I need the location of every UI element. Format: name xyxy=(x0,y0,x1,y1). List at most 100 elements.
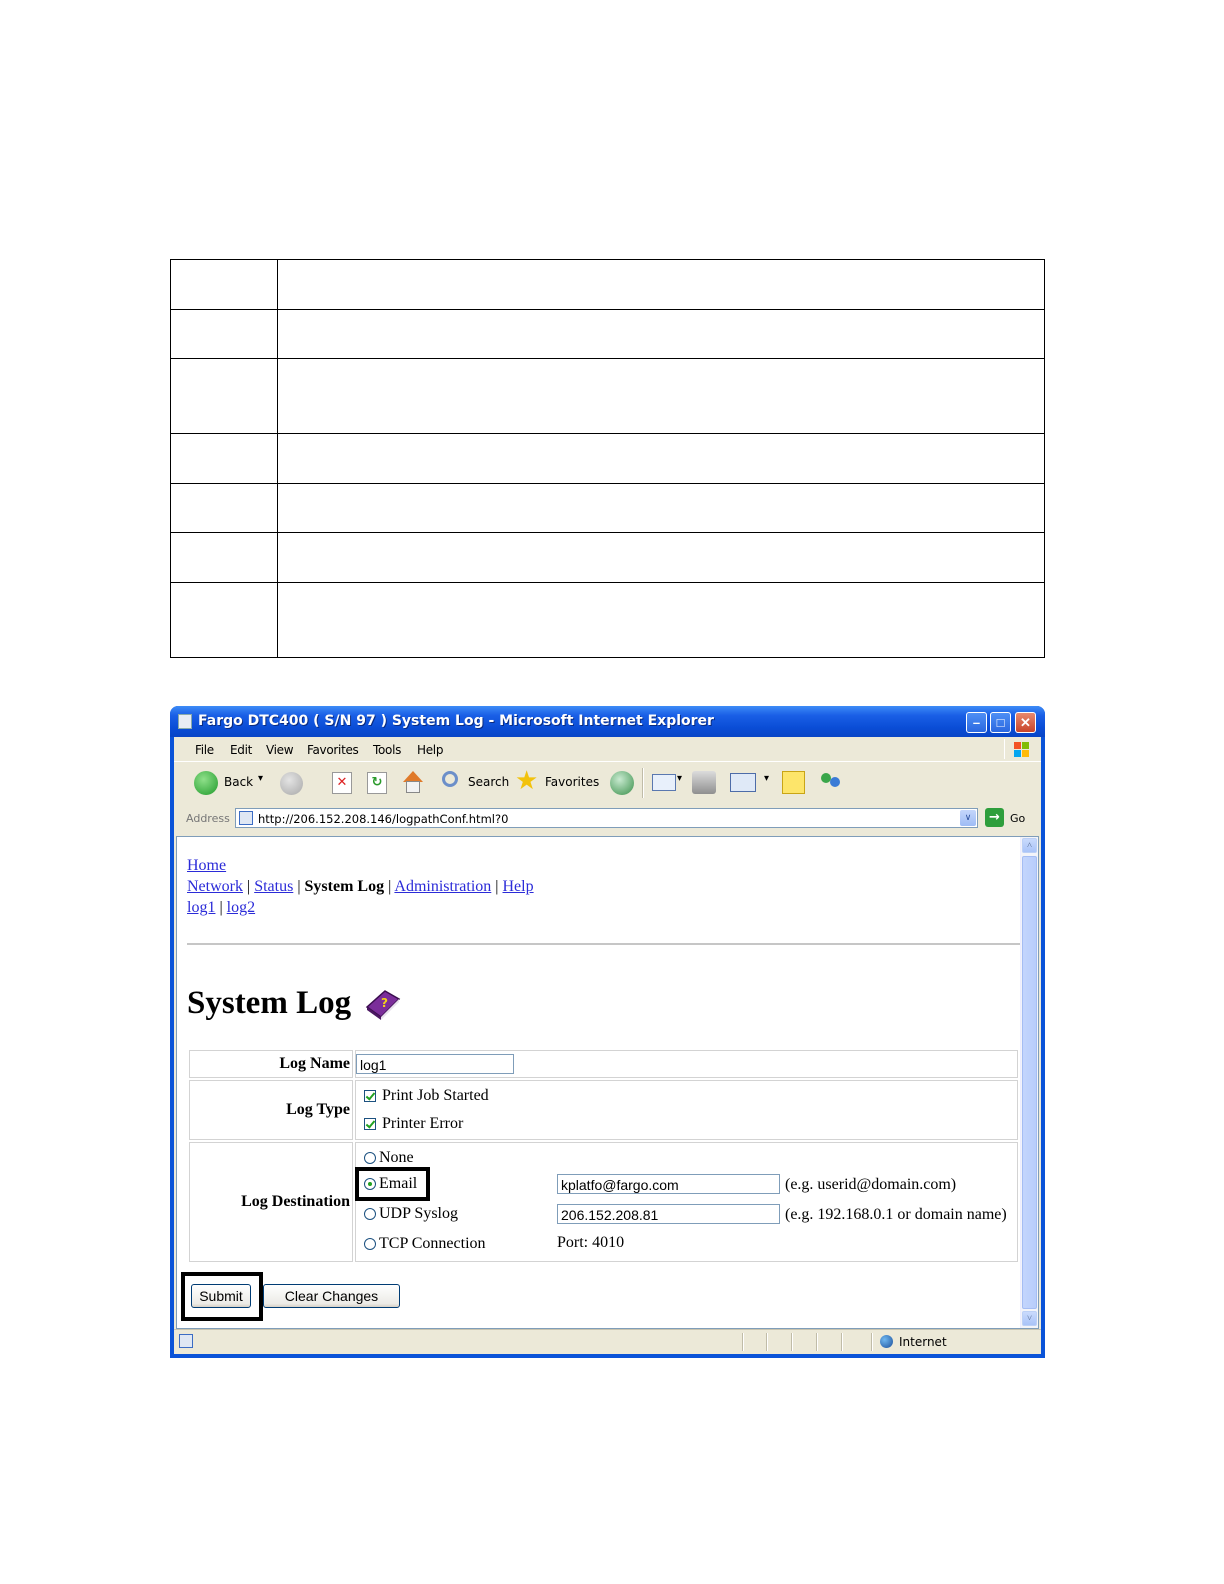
log-type-row: Log Type Print Job Started Printer Error xyxy=(189,1080,1018,1140)
nav-network-link[interactable]: Network xyxy=(187,878,243,895)
table-cell xyxy=(170,433,278,484)
log-name-cell: log1 xyxy=(355,1050,1018,1078)
status-divider xyxy=(841,1333,843,1351)
email-address-input[interactable]: kplatfo@fargo.com xyxy=(557,1174,780,1194)
table-cell xyxy=(277,309,1045,359)
log-type-label: Log Type xyxy=(189,1080,353,1140)
home-icon[interactable] xyxy=(400,771,426,795)
none-label: None xyxy=(379,1149,414,1166)
nav-home-link[interactable]: Home xyxy=(187,857,226,874)
page-viewport: Home Network | Status | System Log | Adm… xyxy=(176,836,1039,1329)
search-icon[interactable] xyxy=(442,771,458,787)
table-cell xyxy=(170,532,278,583)
toolbar-divider xyxy=(642,768,644,798)
address-url[interactable]: http://206.152.208.146/logpathConf.html?… xyxy=(258,812,508,826)
tcp-connection-radio[interactable] xyxy=(364,1238,376,1251)
tcp-connection-label: TCP Connection xyxy=(379,1235,486,1252)
udp-syslog-radio[interactable] xyxy=(364,1208,376,1221)
status-divider xyxy=(766,1333,768,1351)
back-label[interactable]: Back xyxy=(224,775,253,789)
menu-view[interactable]: View xyxy=(266,743,294,757)
help-book-icon: ? xyxy=(365,990,401,1020)
menu-edit[interactable]: Edit xyxy=(230,743,252,757)
udp-syslog-label: UDP Syslog xyxy=(379,1205,458,1222)
table-cell xyxy=(170,582,278,658)
nav-log1-link[interactable]: log1 xyxy=(187,899,215,916)
menu-tools[interactable]: Tools xyxy=(373,743,401,757)
table-cell xyxy=(277,259,1045,310)
go-button[interactable]: Go xyxy=(1010,812,1025,825)
forward-arrow-icon[interactable] xyxy=(280,772,303,795)
search-label[interactable]: Search xyxy=(468,775,509,789)
refresh-icon[interactable]: ↻ xyxy=(367,772,387,794)
divider xyxy=(187,943,1022,945)
menu-favorites[interactable]: Favorites xyxy=(307,743,359,757)
history-icon[interactable] xyxy=(610,771,634,795)
internet-globe-icon xyxy=(880,1335,893,1348)
table-cell xyxy=(170,358,278,434)
title-bar[interactable]: Fargo DTC400 ( S/N 97 ) System Log - Mic… xyxy=(170,706,1045,737)
scroll-up-icon[interactable]: ˄ xyxy=(1022,838,1037,853)
udp-address-input[interactable]: 206.152.208.81 xyxy=(557,1204,780,1224)
stop-icon[interactable]: ✕ xyxy=(332,772,352,794)
submit-button[interactable]: Submit xyxy=(191,1284,251,1308)
table-cell xyxy=(170,259,278,310)
mail-dropdown-icon[interactable]: ▾ xyxy=(677,773,682,784)
table-cell xyxy=(170,483,278,533)
window-title: Fargo DTC400 ( S/N 97 ) System Log - Mic… xyxy=(198,713,714,729)
messenger-icon[interactable] xyxy=(819,771,843,793)
status-divider xyxy=(871,1333,873,1351)
menu-file[interactable]: File xyxy=(195,743,214,757)
table-cell xyxy=(277,358,1045,434)
page-icon xyxy=(239,811,253,825)
log-destination-label: Log Destination xyxy=(189,1142,353,1262)
edit-icon[interactable] xyxy=(730,773,756,792)
favorites-star-icon[interactable]: ★ xyxy=(515,768,538,794)
print-job-started-label: Print Job Started xyxy=(382,1087,489,1104)
nav-current-page: System Log xyxy=(304,878,385,895)
log-name-row: Log Name log1 xyxy=(189,1050,1018,1078)
address-input[interactable]: http://206.152.208.146/logpathConf.html?… xyxy=(235,808,978,828)
back-arrow-icon[interactable] xyxy=(194,771,218,795)
scroll-thumb[interactable] xyxy=(1022,856,1037,1309)
go-arrow-icon[interactable]: → xyxy=(985,808,1004,827)
favorites-label[interactable]: Favorites xyxy=(545,775,599,789)
scroll-down-icon[interactable]: ˅ xyxy=(1022,1311,1037,1326)
minimize-button[interactable]: – xyxy=(966,712,987,733)
nav-separator: | xyxy=(242,878,255,895)
table-cell xyxy=(277,433,1045,484)
maximize-button[interactable]: □ xyxy=(990,712,1011,733)
nav-help-link[interactable]: Help xyxy=(503,878,534,895)
nav-separator: | xyxy=(293,878,305,895)
table-cell xyxy=(170,309,278,359)
nav-separator: | xyxy=(384,878,395,895)
menu-help[interactable]: Help xyxy=(417,743,443,757)
printer-error-checkbox[interactable] xyxy=(364,1118,376,1131)
nav-status-link[interactable]: Status xyxy=(254,878,293,895)
window-client: File Edit View Favorites Tools Help Back… xyxy=(174,737,1041,1354)
log-name-input[interactable]: log1 xyxy=(356,1054,514,1074)
table-row xyxy=(170,582,1045,658)
edit-dropdown-icon[interactable]: ▾ xyxy=(764,773,769,784)
status-divider xyxy=(791,1333,793,1351)
print-job-started-checkbox[interactable] xyxy=(364,1090,376,1103)
ie-page-icon xyxy=(178,714,192,729)
print-icon[interactable] xyxy=(692,771,716,794)
table-row xyxy=(170,309,1045,359)
log-destination-cell: None Email UDP Syslog TCP Connection kpl… xyxy=(355,1142,1018,1262)
nav-links: Home Network | Status | System Log | Adm… xyxy=(187,855,534,918)
windows-logo-icon xyxy=(1004,739,1035,759)
address-dropdown-icon[interactable]: ∨ xyxy=(960,810,976,826)
close-button[interactable]: ✕ xyxy=(1015,712,1036,733)
clear-changes-button[interactable]: Clear Changes xyxy=(263,1284,400,1308)
nav-log2-link[interactable]: log2 xyxy=(227,899,255,916)
nav-administration-link[interactable]: Administration xyxy=(394,878,491,895)
back-dropdown-icon[interactable]: ▾ xyxy=(258,773,263,784)
mail-icon[interactable] xyxy=(652,774,676,791)
none-radio[interactable] xyxy=(364,1152,376,1165)
table-cell xyxy=(277,582,1045,658)
discuss-icon[interactable] xyxy=(782,771,805,794)
vertical-scrollbar[interactable]: ˄ ˅ xyxy=(1020,837,1038,1328)
table-row xyxy=(170,358,1045,434)
table-row xyxy=(170,483,1045,533)
